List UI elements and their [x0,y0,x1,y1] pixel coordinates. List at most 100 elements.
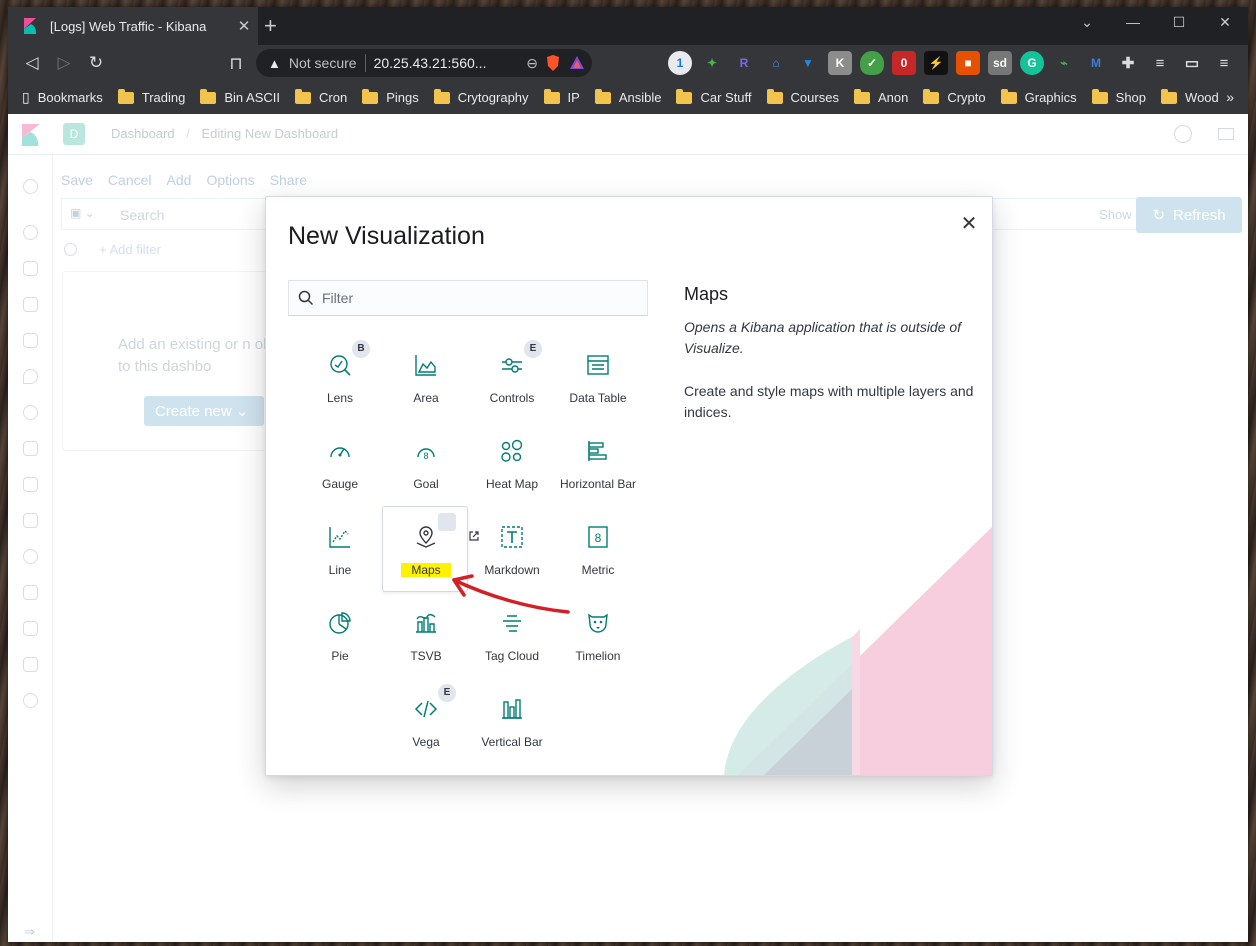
menu-save[interactable]: Save [61,172,93,188]
breadcrumb-dashboard[interactable]: Dashboard [111,126,175,141]
management-icon[interactable] [23,693,38,708]
address-bar[interactable]: ▲ Not secure 20.25.43.21:560... ⊖ [256,49,592,77]
zoom-icon[interactable]: ⊖ [526,55,538,72]
refresh-button[interactable]: ↻ Refresh [1136,197,1242,233]
folder-icon [200,88,217,104]
lock-ext-icon[interactable]: ■ [956,51,980,75]
collapse-nav-icon[interactable]: ⇒ [24,924,35,940]
bookmark-folder[interactable]: Pings [362,88,419,105]
bookmark-folder[interactable]: Cron [295,88,347,105]
tab-search-icon[interactable]: ⌄ [1064,7,1110,37]
viz-card-vertical-bar[interactable]: Vertical Bar [468,678,554,764]
grammarly-ext-icon[interactable]: G [1020,51,1044,75]
filter-input[interactable] [322,290,642,306]
back-icon[interactable]: ◁ [16,47,48,79]
bookmark-page-icon[interactable]: ⊓ [220,48,252,80]
browser-tab[interactable]: [Logs] Web Traffic - Kibana ✕ [8,7,258,45]
newsfeed-icon[interactable] [1218,128,1234,140]
apm-icon[interactable] [23,513,38,528]
viz-card-line[interactable]: Line [296,506,382,592]
bitwarden-ext-icon[interactable]: ▼ [796,51,820,75]
bookmark-folder[interactable]: Crytography [433,88,529,105]
sense-ext-icon[interactable]: ⌂ [764,51,788,75]
viz-card-horizontal-bar[interactable]: Horizontal Bar [554,420,640,506]
viz-card-data-table[interactable]: Data Table [554,334,640,420]
viz-card-pie[interactable]: Pie [296,592,382,678]
bookmark-folder[interactable]: Shop [1091,88,1146,105]
recent-icon[interactable] [23,179,38,194]
bookmark-folder[interactable]: IP [543,88,580,105]
ml-icon[interactable] [23,405,38,420]
viz-card-goal[interactable]: 8 Goal [382,420,468,506]
dashboard-icon[interactable] [23,297,38,312]
logs-icon[interactable] [23,477,38,492]
bookmarks-manager[interactable]: ▯ Bookmarks [22,89,103,106]
wallet-icon[interactable]: ▭ [1180,51,1204,75]
kibana-logo-icon[interactable] [22,124,40,146]
onepassword-ext-icon[interactable]: 1 [668,51,692,75]
browser-toolbar: ◁ ▷ ↻ ⊓ ▲ Not secure 20.25.43.21:560... … [8,45,1248,81]
bookmark-folder[interactable]: Trading [117,88,185,105]
visualize-icon[interactable] [23,261,38,276]
maximize-icon[interactable]: ☐ [1156,7,1202,37]
breadcrumb: Dashboard / Editing New Dashboard [111,126,338,141]
viz-label: Gauge [321,477,359,491]
bookmark-folder[interactable]: Crypto [923,88,986,105]
monitoring-icon[interactable] [23,657,38,672]
minimize-icon[interactable]: — [1110,7,1156,37]
hummingbird-ext-icon[interactable]: ✦ [700,51,724,75]
filter-options-icon[interactable] [64,243,77,256]
menu-options[interactable]: Options [206,172,254,188]
bookmark-folder[interactable]: Graphics [1000,88,1077,105]
close-window-icon[interactable]: ✕ [1202,7,1248,37]
viz-card-controls[interactable]: E Controls [468,334,554,420]
m-ext-icon[interactable]: M [1084,51,1108,75]
reload-icon[interactable]: ↻ [80,47,112,79]
r-ext-icon[interactable]: R [732,51,756,75]
devtools-icon[interactable] [23,621,38,636]
browser-menu-icon[interactable]: ≡ [1212,51,1236,75]
create-new-button[interactable]: Create new ⌄ [144,396,264,426]
uptime-icon[interactable] [23,549,38,564]
brave-shield-icon[interactable] [544,54,562,72]
space-avatar[interactable]: D [63,123,85,145]
bookmark-folder[interactable]: Wood [1161,88,1219,105]
sd-ext-icon[interactable]: sd [988,51,1012,75]
filter-field[interactable] [288,280,648,316]
bookmark-folder[interactable]: Bin ASCII [200,88,280,105]
plug-ext-icon[interactable]: ⌁ [1052,51,1076,75]
siem-icon[interactable] [23,585,38,600]
saved-query-icon[interactable]: ▣ ⌄ [70,206,100,222]
new-tab-button[interactable]: + [264,15,277,37]
add-filter-link[interactable]: + Add filter [99,242,161,257]
extensions-puzzle-icon[interactable]: ✚ [1116,51,1140,75]
bookmark-folder[interactable]: Ansible [594,88,661,105]
brave-rewards-icon[interactable] [568,54,586,72]
help-icon[interactable] [1174,125,1192,143]
close-icon[interactable]: ✕ [959,214,979,234]
menu-cancel[interactable]: Cancel [108,172,152,188]
tab-close-icon[interactable]: ✕ [230,17,258,35]
zap-ext-icon[interactable]: ⚡ [924,51,948,75]
viz-card-vega[interactable]: E Vega [382,678,468,764]
viz-card-lens[interactable]: B Lens [296,334,382,420]
viz-card-heat-map[interactable]: Heat Map [468,420,554,506]
forward-icon[interactable]: ▷ [48,47,80,79]
discover-icon[interactable] [23,225,38,240]
shield-ext-icon[interactable]: ✓ [860,51,884,75]
infra-icon[interactable] [23,441,38,456]
menu-add[interactable]: Add [167,172,192,188]
bookmark-folder[interactable]: Anon [853,88,908,105]
search-input[interactable]: Search [120,207,164,223]
maps-nav-icon[interactable] [23,369,38,384]
k-ext-icon[interactable]: K [828,51,852,75]
canvas-icon[interactable] [23,333,38,348]
more-bookmarks-icon[interactable]: » [1226,89,1234,105]
viz-card-area[interactable]: Area [382,334,468,420]
viz-card-gauge[interactable]: Gauge [296,420,382,506]
menu-share[interactable]: Share [270,172,307,188]
bookmark-folder[interactable]: Courses [766,88,839,105]
bookmark-folder[interactable]: Car Stuff [676,88,752,105]
counter-ext-icon[interactable]: 0 [892,51,916,75]
reading-list-icon[interactable]: ≡ [1148,51,1172,75]
